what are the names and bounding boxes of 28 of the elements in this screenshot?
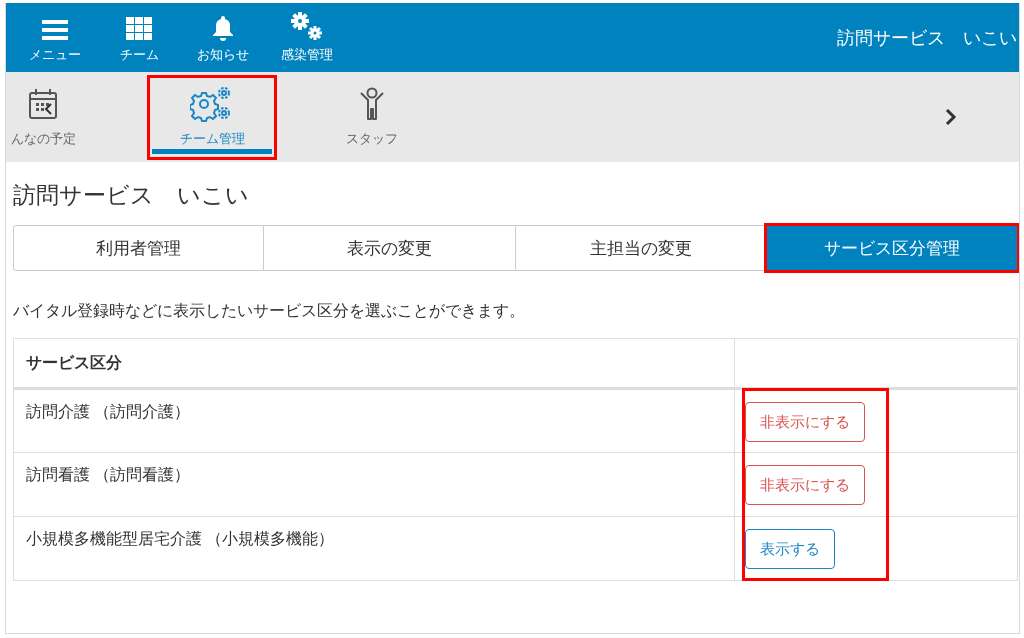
nav-item[interactable]: メニュー xyxy=(16,3,94,72)
grid-icon xyxy=(126,17,152,41)
gears-icon xyxy=(289,11,325,41)
table-cell: 訪問看護 （訪問看護） xyxy=(13,452,735,517)
sub-nav-tab[interactable]: んなの予定 xyxy=(6,72,80,162)
menu-icon xyxy=(42,19,68,41)
nav-item[interactable]: チーム xyxy=(100,3,178,72)
table-cell: 訪問介護 （訪問介護） xyxy=(13,388,735,453)
person-icon xyxy=(358,87,386,121)
bell-icon xyxy=(211,15,235,41)
tab[interactable]: サービス区分管理 xyxy=(766,225,1018,271)
sub-nav-tab[interactable]: チーム管理 xyxy=(132,72,292,162)
tab[interactable]: 主担当の変更 xyxy=(515,225,767,271)
description-text: バイタル登録時などに表示したいサービス区分を選ぶことができます。 xyxy=(13,301,526,321)
table-cell: 小規模多機能型居宅介護 （小規模多機能） xyxy=(13,516,735,581)
nav-item[interactable]: 感染管理 xyxy=(268,3,346,72)
page-title: 訪問サービス いこい xyxy=(13,181,250,210)
nav-item[interactable]: お知らせ xyxy=(184,3,262,72)
tab[interactable]: 表示の変更 xyxy=(264,225,516,271)
calendar-icon xyxy=(28,88,58,120)
show-button[interactable]: 表示する xyxy=(745,529,835,569)
hide-button[interactable]: 非表示にする xyxy=(745,465,865,505)
column-header: サービス区分 xyxy=(13,338,735,389)
facility-name: 訪問サービス いこい xyxy=(837,26,1018,50)
tab[interactable]: 利用者管理 xyxy=(13,225,265,271)
sub-nav-tab[interactable]: スタッフ xyxy=(292,72,452,162)
hide-button[interactable]: 非表示にする xyxy=(745,402,865,442)
chevron-right-icon[interactable] xyxy=(945,108,957,126)
